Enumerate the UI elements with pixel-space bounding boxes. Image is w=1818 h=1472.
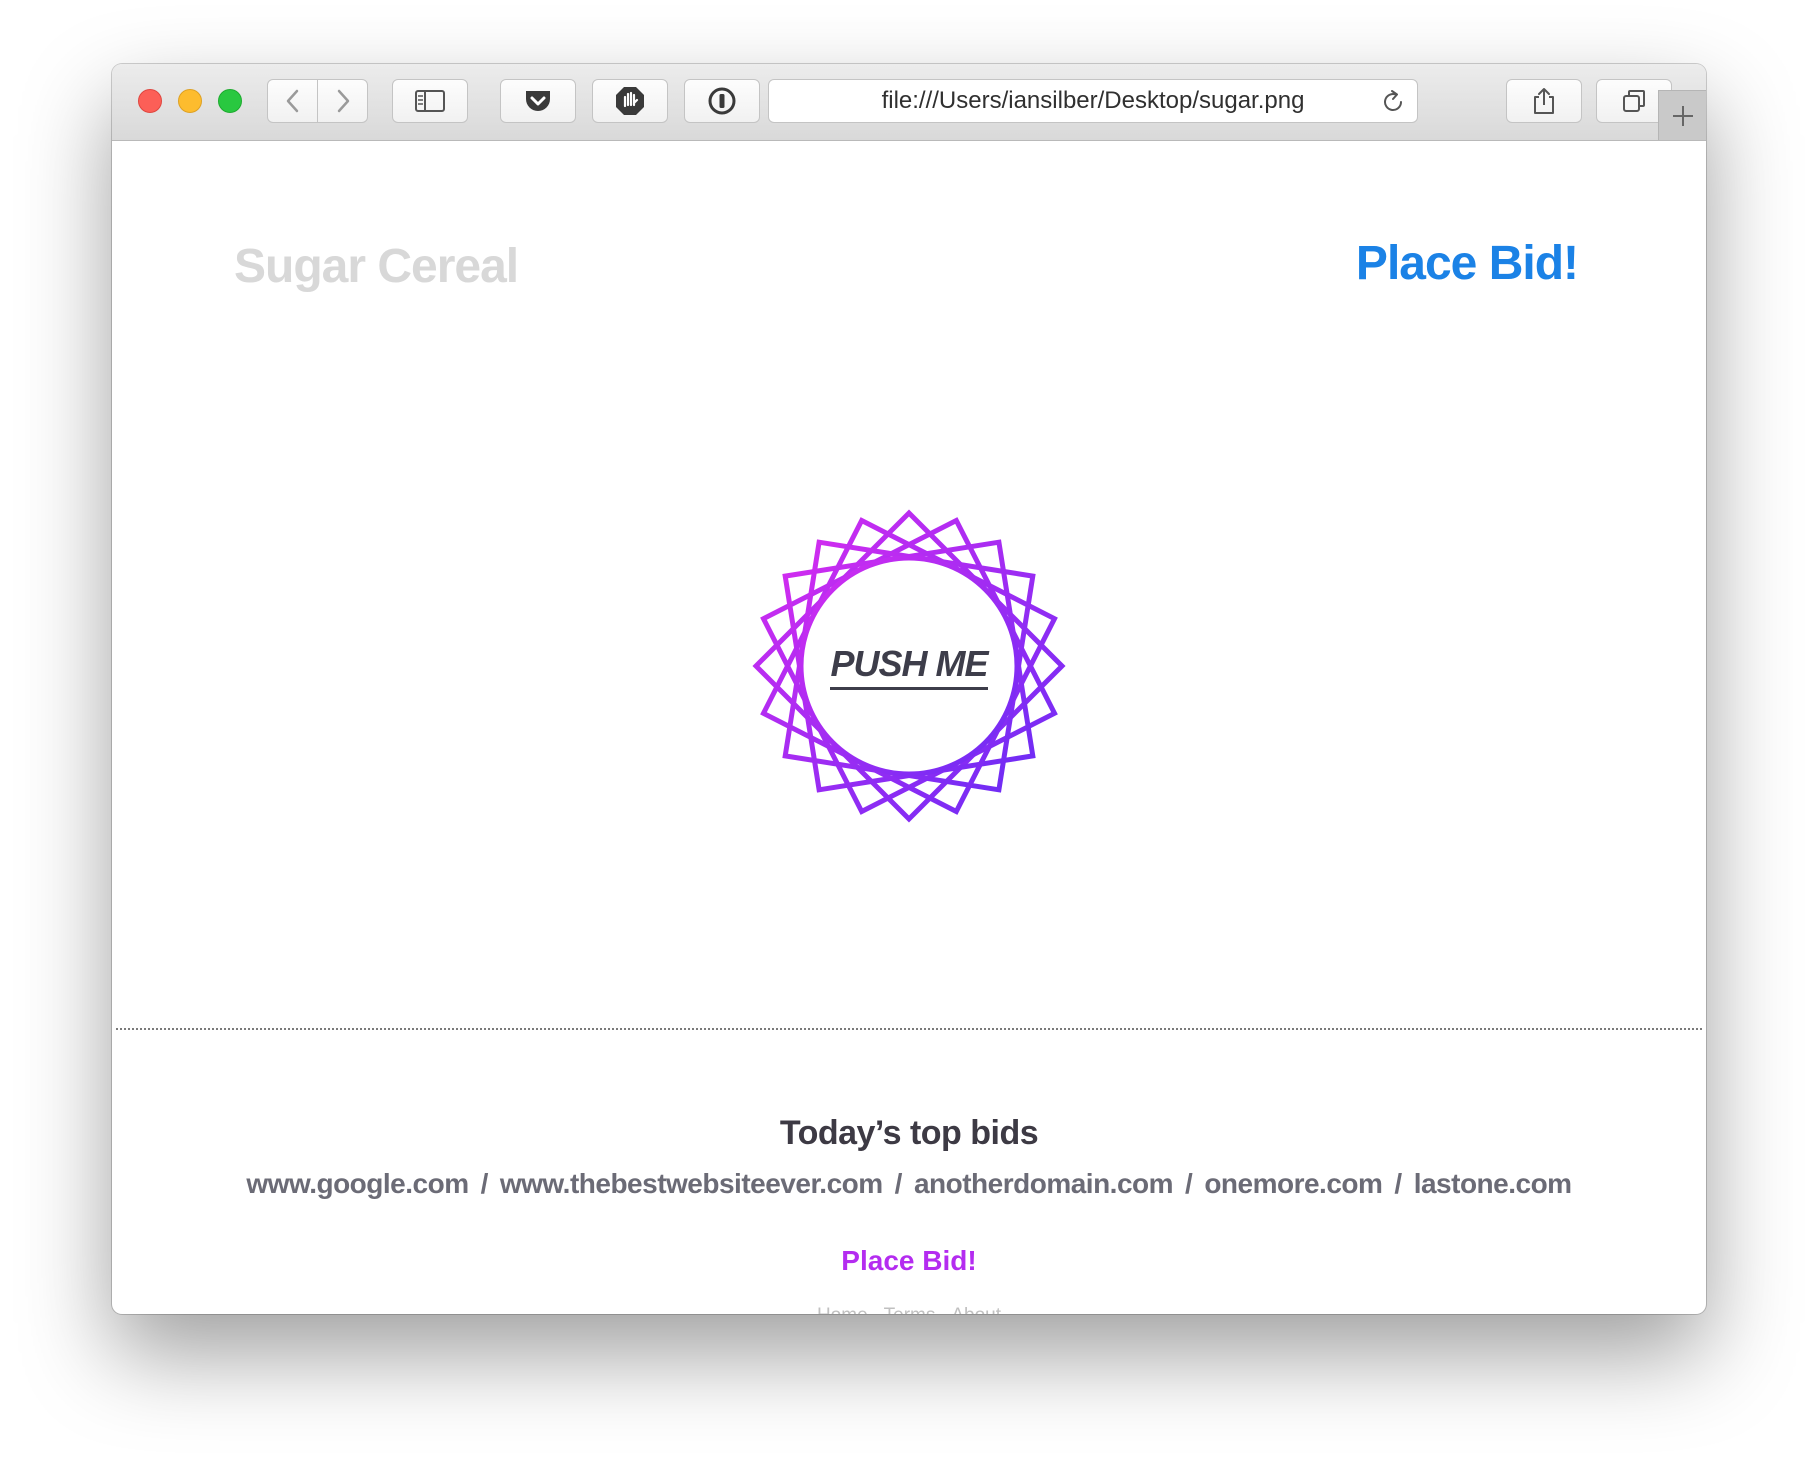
- pocket-icon: [526, 91, 550, 111]
- site-logo[interactable]: Sugar Cereal: [234, 239, 519, 294]
- new-tab-button[interactable]: [1658, 90, 1706, 140]
- domain-separator: /: [1185, 1168, 1193, 1199]
- address-bar[interactable]: file:///Users/iansilber/Desktop/sugar.pn…: [768, 79, 1418, 123]
- sidebar-icon: [415, 90, 445, 112]
- share-icon: [1534, 88, 1554, 114]
- top-bid-domain-link[interactable]: www.thebestwebsiteever.com: [500, 1168, 883, 1199]
- top-bid-domain-link[interactable]: onemore.com: [1204, 1168, 1383, 1199]
- reload-icon[interactable]: [1379, 88, 1407, 116]
- minimize-window-button[interactable]: [178, 89, 202, 113]
- browser-toolbar: file:///Users/iansilber/Desktop/sugar.pn…: [112, 64, 1706, 141]
- place-bid-link-bottom[interactable]: Place Bid!: [112, 1245, 1706, 1277]
- address-bar-url: file:///Users/iansilber/Desktop/sugar.pn…: [881, 87, 1305, 114]
- push-me-label: PUSH ME: [830, 643, 989, 690]
- tabs-icon: [1623, 90, 1645, 112]
- browser-window: file:///Users/iansilber/Desktop/sugar.pn…: [112, 64, 1706, 1314]
- top-bids-domain-list: www.google.com / www.thebestwebsiteever.co…: [112, 1168, 1706, 1200]
- push-me-button[interactable]: PUSH ME: [750, 507, 1068, 825]
- top-bids-heading: Today’s top bids: [779, 1114, 1039, 1152]
- top-bid-domain-link[interactable]: lastone.com: [1414, 1168, 1572, 1199]
- password-manager-icon: [708, 87, 736, 115]
- place-bid-link-top[interactable]: Place Bid!: [1356, 236, 1579, 291]
- chevron-right-icon: [337, 89, 349, 113]
- forward-button[interactable]: [317, 79, 368, 123]
- footer-link-about[interactable]: About: [951, 1305, 1001, 1314]
- footer-links: Home Terms About: [112, 1305, 1706, 1314]
- stop-hand-icon: [616, 87, 644, 115]
- chevron-left-icon: [286, 89, 298, 113]
- section-divider: [116, 1028, 1702, 1030]
- domain-separator: /: [894, 1168, 903, 1199]
- back-button[interactable]: [267, 79, 318, 123]
- domain-separator: /: [1394, 1168, 1402, 1199]
- plus-icon: [1672, 105, 1693, 126]
- top-bid-domain-link[interactable]: anotherdomain.com: [914, 1168, 1174, 1199]
- top-bid-domain-link[interactable]: www.google.com: [246, 1168, 469, 1199]
- password-manager-button[interactable]: [684, 79, 760, 123]
- zoom-window-button[interactable]: [218, 89, 242, 113]
- adblock-button[interactable]: [592, 79, 668, 123]
- push-me-label-wrap: PUSH ME: [750, 507, 1068, 825]
- close-window-button[interactable]: [138, 89, 162, 113]
- pocket-button[interactable]: [500, 79, 576, 123]
- footer-link-home[interactable]: Home: [817, 1305, 868, 1314]
- sidebar-toggle-button[interactable]: [392, 79, 468, 123]
- footer-link-terms[interactable]: Terms: [884, 1305, 936, 1314]
- domain-separator: /: [480, 1168, 489, 1199]
- page-content: Sugar Cereal Place Bid! PUSH ME Today’s …: [112, 141, 1706, 1314]
- share-button[interactable]: [1506, 79, 1582, 123]
